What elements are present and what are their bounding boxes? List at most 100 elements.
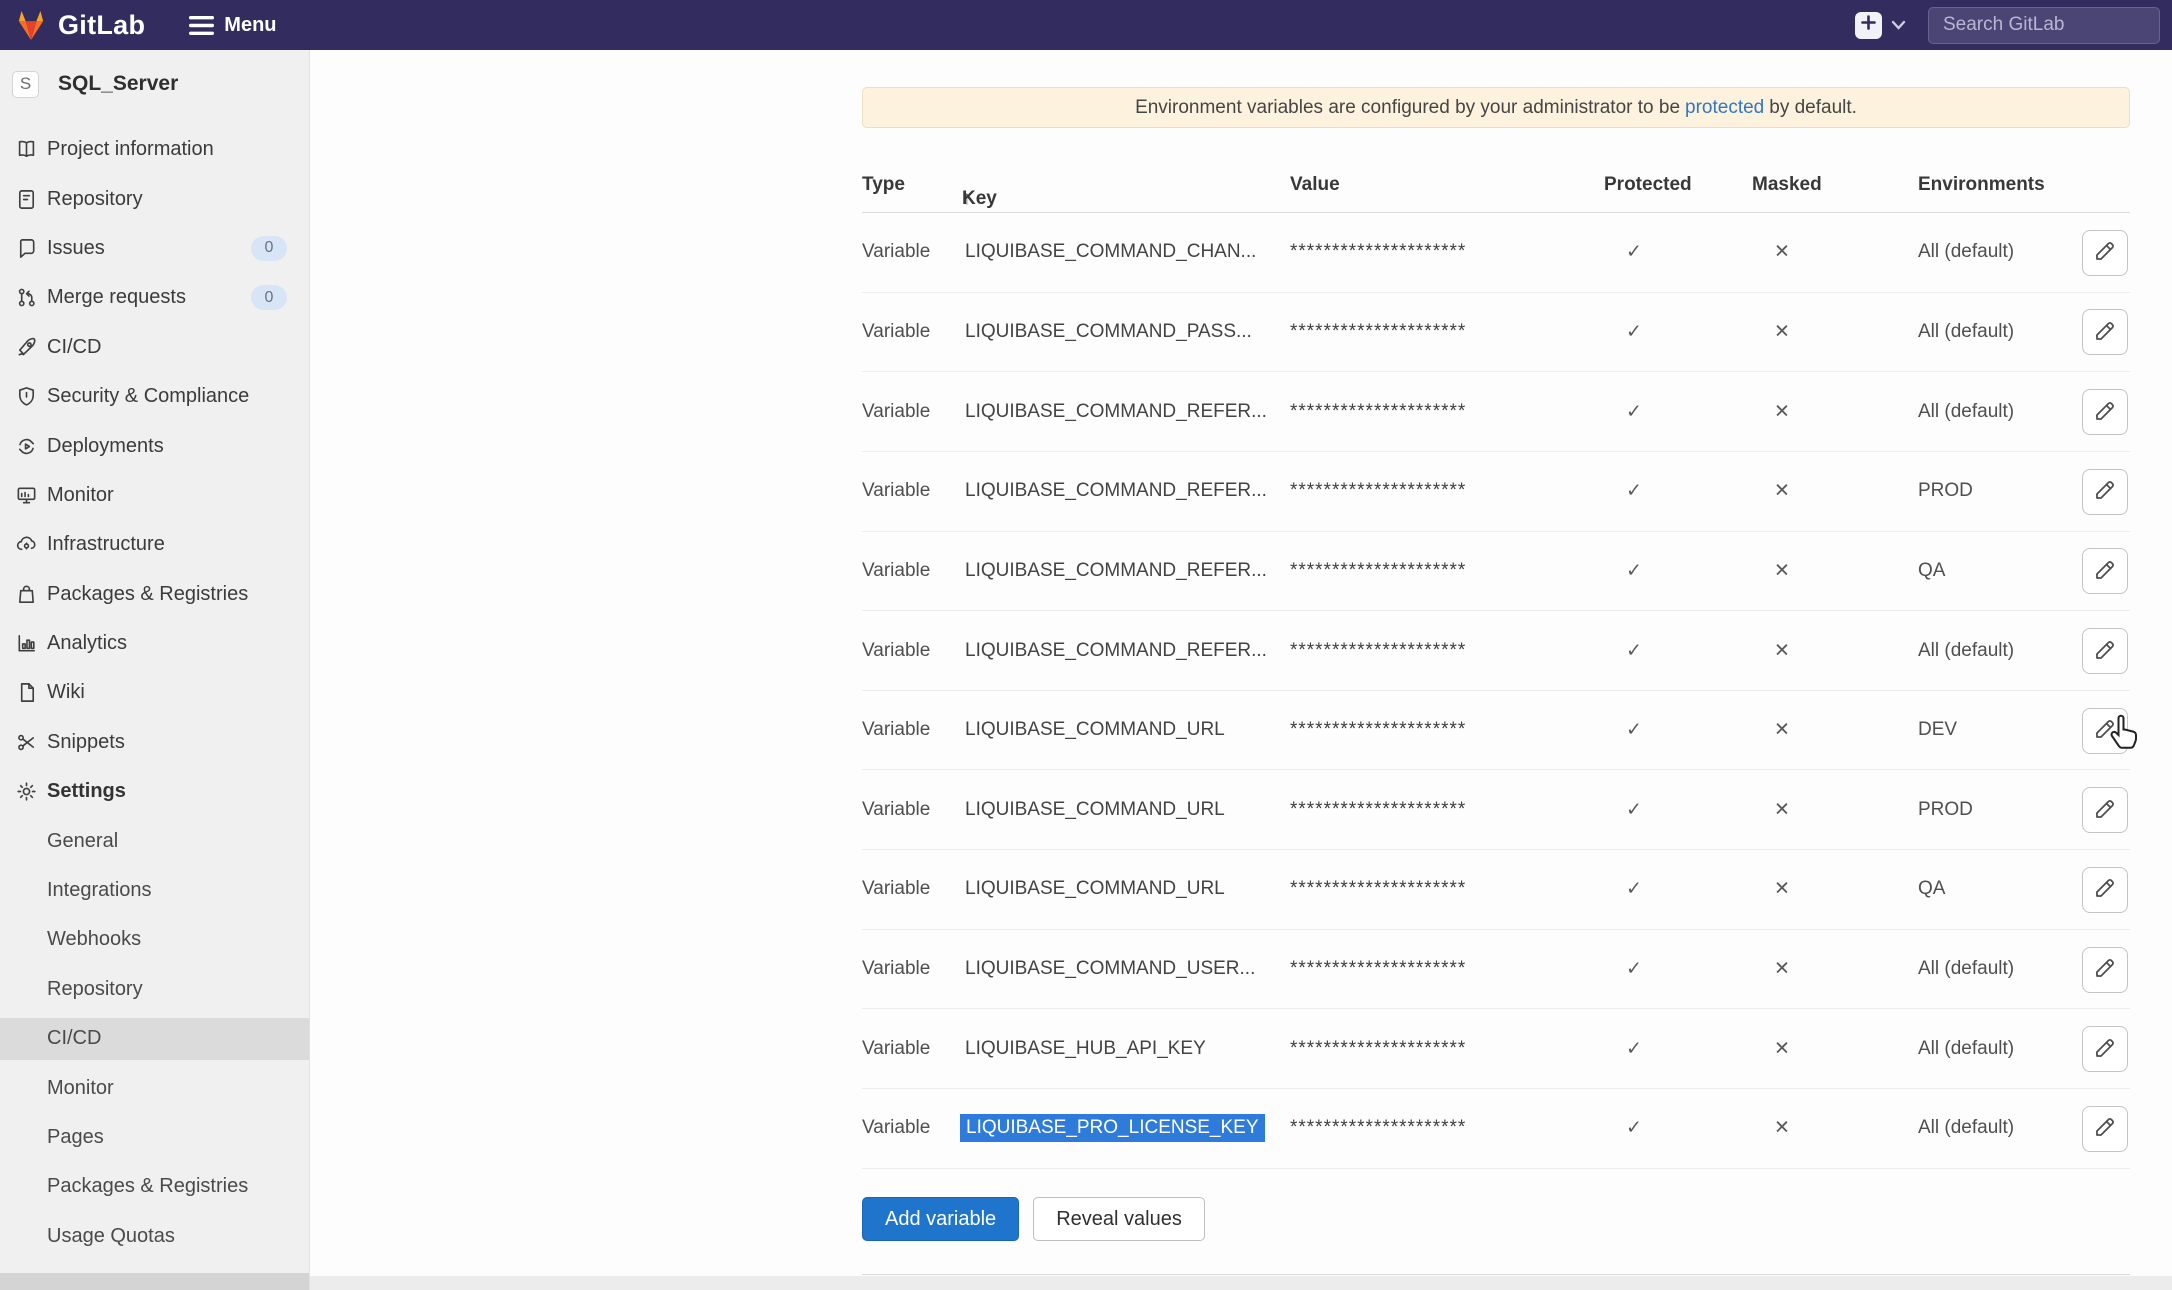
variable-type: Variable: [862, 1038, 930, 1060]
new-item-button[interactable]: [1855, 12, 1882, 39]
variable-masked-value: *********************: [1290, 799, 1466, 821]
sidebar-subitem-general[interactable]: General: [0, 816, 309, 865]
edit-variable-button[interactable]: [2082, 708, 2128, 754]
monitor-icon: [15, 484, 38, 507]
table-row: Variable LIQUIBASE_COMMAND_REFER... ****…: [862, 611, 2130, 691]
protected-check-icon: ✓: [1604, 878, 1664, 901]
actions-bar: Add variable Reveal values: [862, 1197, 1205, 1241]
variable-key: LIQUIBASE_COMMAND_REFER...: [965, 640, 1267, 662]
variable-key: LIQUIBASE_COMMAND_URL: [965, 719, 1225, 741]
sidebar-subitem-label: CI/CD: [47, 1027, 101, 1050]
project-header[interactable]: S SQL_Server: [0, 50, 309, 112]
sidebar-subitem-integrations[interactable]: Integrations: [0, 866, 309, 915]
repository-icon: [15, 188, 38, 211]
admin-notice-banner: Environment variables are configured by …: [862, 87, 2130, 128]
variable-environment: All (default): [1918, 401, 2014, 423]
sidebar-subitem-label: Integrations: [47, 879, 152, 902]
variable-key: LIQUIBASE_COMMAND_URL: [965, 878, 1225, 900]
variable-environment: All (default): [1918, 1117, 2014, 1139]
sidebar-item-project-information[interactable]: Project information: [0, 125, 309, 174]
sidebar-item-issues[interactable]: Issues 0: [0, 224, 309, 273]
variable-type: Variable: [862, 878, 930, 900]
masked-x-icon: ✕: [1752, 559, 1812, 582]
sidebar-item-repository[interactable]: Repository: [0, 174, 309, 223]
plus-icon: [1860, 14, 1877, 36]
sidebar-item-infrastructure[interactable]: Infrastructure: [0, 520, 309, 569]
issues-icon: [15, 237, 38, 260]
sidebar-item-packages-registries[interactable]: Packages & Registries: [0, 570, 309, 619]
pencil-icon: [2093, 797, 2117, 824]
main-content: Environment variables are configured by …: [310, 50, 2172, 1290]
new-item-dropdown-caret[interactable]: [1891, 20, 1906, 30]
count-badge: 0: [251, 236, 287, 261]
packages-icon: [15, 583, 38, 606]
sidebar-item-label: Project information: [47, 138, 214, 161]
sidebar-item-ci-cd[interactable]: CI/CD: [0, 323, 309, 372]
edit-variable-button[interactable]: [2082, 947, 2128, 993]
sidebar-item-label: Packages & Registries: [47, 583, 248, 606]
add-variable-button[interactable]: Add variable: [862, 1197, 1019, 1241]
sidebar-subitem-webhooks[interactable]: Webhooks: [0, 915, 309, 964]
variable-key: LIQUIBASE_COMMAND_REFER...: [965, 560, 1267, 582]
edit-variable-button[interactable]: [2082, 548, 2128, 594]
protected-check-icon: ✓: [1604, 958, 1664, 981]
edit-variable-button[interactable]: [2082, 389, 2128, 435]
sidebar-item-settings[interactable]: Settings: [0, 767, 309, 816]
sidebar-subitem-label: Usage Quotas: [47, 1225, 175, 1248]
protected-check-icon: ✓: [1604, 400, 1664, 423]
sidebar-subitem-usage-quotas[interactable]: Usage Quotas: [0, 1212, 309, 1261]
table-row: Variable LIQUIBASE_PRO_LICENSE_KEY *****…: [862, 1089, 2130, 1169]
pencil-icon: [2093, 638, 2117, 665]
sidebar-item-label: Repository: [47, 188, 143, 211]
table-row: Variable LIQUIBASE_COMMAND_URL *********…: [862, 691, 2130, 771]
sidebar-subitem-label: Pages: [47, 1126, 104, 1149]
edit-variable-button[interactable]: [2082, 787, 2128, 833]
sidebar-subitem-repository[interactable]: Repository: [0, 965, 309, 1014]
sidebar-subitem-packages-registries[interactable]: Packages & Registries: [0, 1162, 309, 1211]
edit-variable-button[interactable]: [2082, 230, 2128, 276]
column-header-environments: Environments: [1918, 174, 2045, 196]
masked-x-icon: ✕: [1752, 958, 1812, 981]
masked-x-icon: ✕: [1752, 400, 1812, 423]
variable-key: LIQUIBASE_COMMAND_URL: [965, 799, 1225, 821]
edit-variable-button[interactable]: [2082, 469, 2128, 515]
menu-label: Menu: [224, 14, 276, 37]
gitlab-home-link[interactable]: GitLab: [14, 9, 145, 41]
protected-check-icon: ✓: [1604, 639, 1664, 662]
edit-variable-button[interactable]: [2082, 309, 2128, 355]
sidebar-item-wiki[interactable]: Wiki: [0, 668, 309, 717]
edit-variable-button[interactable]: [2082, 1106, 2128, 1152]
sidebar-item-deployments[interactable]: Deployments: [0, 421, 309, 470]
project-name: SQL_Server: [58, 72, 178, 96]
menu-button[interactable]: Menu: [189, 14, 276, 37]
variable-masked-value: *********************: [1290, 241, 1466, 263]
sidebar-subitem-monitor[interactable]: Monitor: [0, 1063, 309, 1112]
sidebar-item-monitor[interactable]: Monitor: [0, 471, 309, 520]
variable-type: Variable: [862, 719, 930, 741]
sidebar-item-security-compliance[interactable]: Security & Compliance: [0, 372, 309, 421]
pencil-icon: [2093, 319, 2117, 346]
variable-environment: QA: [1918, 560, 1945, 582]
sidebar-subitem-pages[interactable]: Pages: [0, 1113, 309, 1162]
masked-x-icon: ✕: [1752, 320, 1812, 343]
table-row: Variable LIQUIBASE_COMMAND_URL *********…: [862, 770, 2130, 850]
protected-link[interactable]: protected: [1685, 97, 1764, 119]
sidebar-item-snippets[interactable]: Snippets: [0, 718, 309, 767]
sidebar-subitem-label: Packages & Registries: [47, 1175, 248, 1198]
sidebar-item-label: Analytics: [47, 632, 127, 655]
search-input[interactable]: [1928, 7, 2160, 44]
sidebar-subitem-label: Webhooks: [47, 928, 141, 951]
variable-environment: PROD: [1918, 480, 1973, 502]
edit-variable-button[interactable]: [2082, 867, 2128, 913]
protected-check-icon: ✓: [1604, 1117, 1664, 1140]
reveal-values-button[interactable]: Reveal values: [1033, 1197, 1205, 1241]
variable-masked-value: *********************: [1290, 878, 1466, 900]
sidebar-item-analytics[interactable]: Analytics: [0, 619, 309, 668]
column-header-masked: Masked: [1752, 174, 1812, 196]
table-row: Variable LIQUIBASE_COMMAND_URL *********…: [862, 850, 2130, 930]
sidebar-item-merge-requests[interactable]: Merge requests 0: [0, 273, 309, 322]
edit-variable-button[interactable]: [2082, 1026, 2128, 1072]
sidebar-subitem-ci-cd[interactable]: CI/CD: [0, 1018, 309, 1060]
edit-variable-button[interactable]: [2082, 628, 2128, 674]
protected-check-icon: ✓: [1604, 320, 1664, 343]
